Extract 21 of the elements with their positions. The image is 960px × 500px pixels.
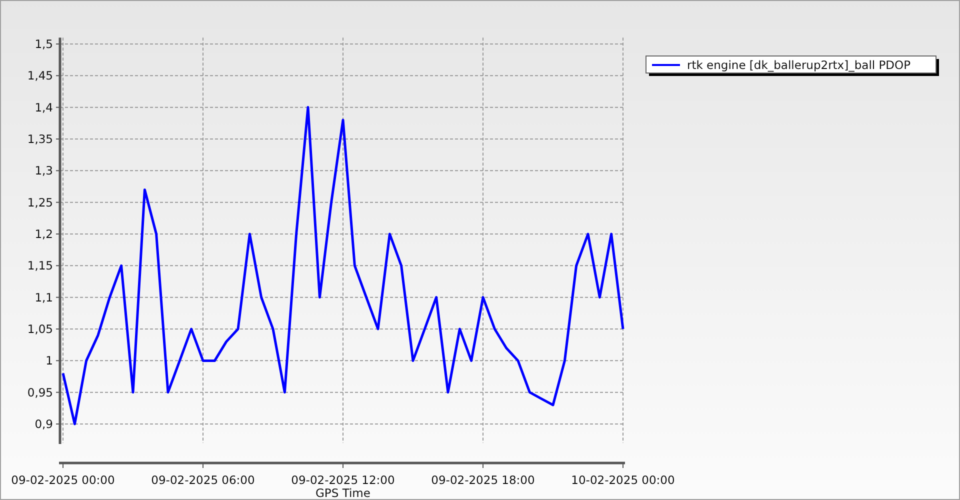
legend: rtk engine [dk_ballerup2rtx]_ball PDOP — [646, 56, 939, 76]
y-tick-label: 1,3 — [34, 164, 53, 178]
x-tick-label: 09-02-2025 18:00 — [431, 473, 535, 487]
x-tick-label: 09-02-2025 00:00 — [11, 473, 115, 487]
y-tick-label: 0,9 — [34, 417, 53, 431]
y-tick-label: 1 — [46, 354, 53, 368]
x-tick-label: 09-02-2025 12:00 — [291, 473, 395, 487]
legend-label: rtk engine [dk_ballerup2rtx]_ball PDOP — [687, 58, 911, 72]
y-tick-label: 1,2 — [34, 227, 53, 241]
y-tick-label: 1,35 — [27, 132, 53, 146]
y-tick-label: 1,05 — [27, 322, 53, 336]
y-tick-label: 1,4 — [34, 100, 53, 114]
y-tick-label: 1,25 — [27, 195, 53, 210]
y-tick-label: 1,1 — [34, 290, 53, 304]
y-tick-label: 1,5 — [34, 37, 53, 51]
y-tick-label: 1,15 — [27, 258, 53, 273]
x-axis-title: GPS Time — [316, 486, 370, 499]
x-tick-label: 10-02-2025 00:00 — [571, 473, 675, 487]
y-tick-label: 1,45 — [27, 68, 53, 83]
y-tick-label: 0,95 — [27, 385, 53, 400]
x-tick-label: 09-02-2025 06:00 — [151, 473, 255, 487]
